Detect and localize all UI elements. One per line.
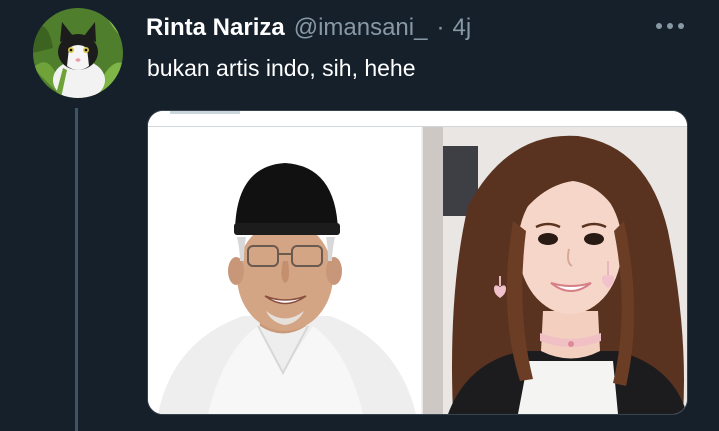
separator-dot: · — [436, 14, 445, 41]
more-horizontal-icon — [656, 23, 684, 29]
right-photo-woman — [421, 127, 687, 414]
tweet-media[interactable] — [147, 110, 688, 415]
avatar-cat-image — [33, 8, 123, 98]
display-name[interactable]: Rinta Nariza — [146, 14, 285, 42]
left-photo-man — [148, 127, 421, 414]
media-image — [148, 111, 687, 414]
more-options-button[interactable] — [652, 12, 688, 40]
user-handle[interactable]: @imansani_ — [294, 14, 428, 42]
thread-line — [75, 108, 78, 431]
timestamp[interactable]: 4j — [452, 14, 471, 42]
tweet[interactable]: Rinta Nariza @imansani_ · 4j bukan artis… — [0, 0, 719, 431]
tweet-header: Rinta Nariza @imansani_ · 4j — [146, 11, 471, 45]
tweet-text: bukan artis indo, sih, hehe — [147, 55, 416, 81]
avatar[interactable] — [33, 8, 123, 98]
